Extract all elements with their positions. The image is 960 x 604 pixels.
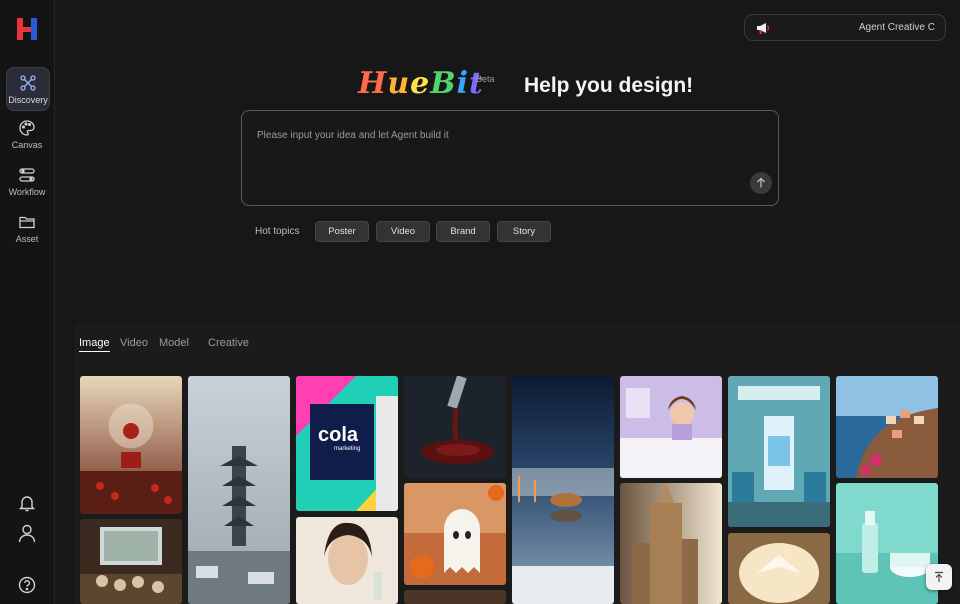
tab-video[interactable]: Video xyxy=(120,337,148,349)
huebit-logo-icon[interactable] xyxy=(14,16,40,42)
gallery-image-room[interactable] xyxy=(404,590,506,604)
bell-icon[interactable] xyxy=(17,493,37,513)
sidebar-item-canvas[interactable]: Canvas xyxy=(6,113,48,155)
cola-card-text: cola xyxy=(318,424,359,446)
gallery-image-skincare[interactable] xyxy=(836,483,938,604)
scroll-to-top-button[interactable] xyxy=(926,564,952,590)
chip-video[interactable]: Video xyxy=(376,221,430,242)
hot-topics-label: Hot topics xyxy=(255,226,300,237)
sidebar-item-asset[interactable]: Asset xyxy=(6,207,48,249)
cola-card-subtext: marketing xyxy=(334,446,361,452)
prompt-box xyxy=(241,110,779,206)
gallery-image-ghost[interactable] xyxy=(404,483,506,585)
sidebar-item-label: Canvas xyxy=(11,139,43,150)
beta-badge: Beta xyxy=(476,74,495,84)
gallery-image-cola-brand[interactable]: cola marketing xyxy=(296,376,398,511)
agent-name: Agent Creative C xyxy=(858,22,935,33)
user-icon[interactable] xyxy=(17,523,37,543)
discovery-icon xyxy=(20,74,36,91)
workflow-icon xyxy=(19,167,35,182)
gallery-image-chocolate-drip[interactable] xyxy=(404,376,506,478)
gallery-image-train-interior[interactable] xyxy=(728,376,830,527)
chip-brand[interactable]: Brand xyxy=(436,221,490,242)
brand-wordmark: HueBit xyxy=(358,66,484,101)
agent-selector[interactable]: Agent Creative C xyxy=(744,14,946,41)
tab-image[interactable]: Image xyxy=(79,337,110,352)
tab-model[interactable]: Model xyxy=(159,337,189,349)
brand: HueBit Beta xyxy=(358,66,495,106)
arrow-up-icon xyxy=(757,177,765,188)
folder-icon xyxy=(19,216,35,228)
help-icon[interactable] xyxy=(17,575,37,595)
gallery-image-angel-light[interactable] xyxy=(728,533,830,604)
gallery-image-girl-dining[interactable] xyxy=(620,376,722,478)
send-button[interactable] xyxy=(750,172,772,194)
gallery-image-rose-globe[interactable] xyxy=(80,376,182,514)
chip-story[interactable]: Story xyxy=(497,221,551,242)
sidebar-item-label: Discovery xyxy=(8,94,48,105)
page-title: Help you design! xyxy=(524,74,694,97)
sidebar-item-discovery[interactable]: Discovery xyxy=(6,67,50,111)
palette-icon xyxy=(19,119,35,136)
sidebar: Discovery Canvas Workflow Asset xyxy=(0,0,55,604)
sidebar-item-workflow[interactable]: Workflow xyxy=(6,160,48,202)
prompt-input[interactable] xyxy=(255,124,729,146)
chip-poster[interactable]: Poster xyxy=(315,221,369,242)
gallery-image-portrait[interactable] xyxy=(296,517,398,604)
sidebar-item-label: Asset xyxy=(15,233,39,244)
gallery-image-mushroom-window[interactable] xyxy=(80,519,182,604)
arrow-up-to-line-icon xyxy=(935,571,943,582)
tab-creative[interactable]: Creative xyxy=(208,337,249,349)
gallery-image-tiger-reflection[interactable] xyxy=(512,376,614,604)
gallery-image-cathedral[interactable] xyxy=(620,483,722,604)
gallery-image-coastal-village[interactable] xyxy=(836,376,938,478)
sidebar-item-label: Workflow xyxy=(8,186,46,197)
gallery-image-pagoda-mist[interactable] xyxy=(188,376,290,604)
megaphone-icon xyxy=(757,22,770,34)
